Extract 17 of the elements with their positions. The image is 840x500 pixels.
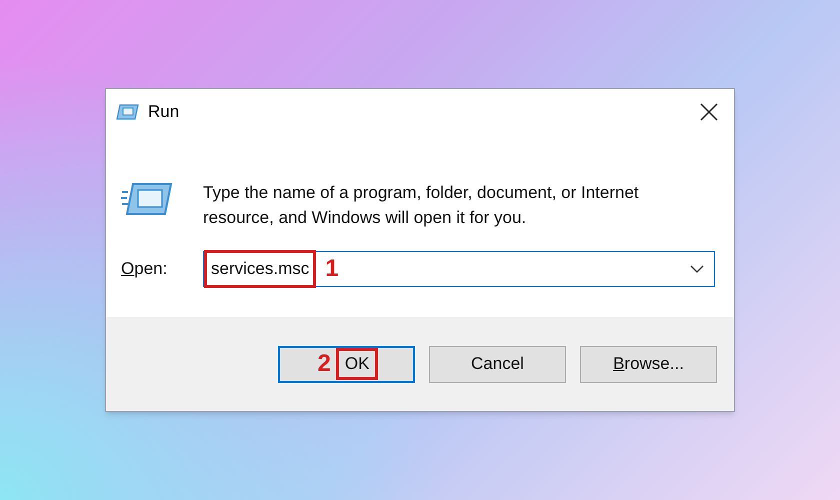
window-title: Run	[148, 100, 180, 123]
dialog-button[interactable]: 2 OK	[278, 346, 415, 382]
button-label: Cancel	[470, 353, 525, 376]
open-combo-field[interactable]: services.msc 1	[203, 251, 715, 287]
button-label: OK	[338, 351, 376, 377]
run-icon	[116, 104, 140, 120]
open-label: Open:	[121, 258, 168, 280]
dropdown-icon[interactable]	[690, 265, 704, 273]
step-marker: 2	[318, 349, 331, 379]
dialog-button[interactable]: Cancel	[429, 346, 566, 382]
run-icon	[121, 182, 173, 216]
field-value: services.msc	[207, 253, 314, 285]
dialog-button[interactable]: Browse...	[580, 346, 717, 382]
button-label: Browse...	[612, 353, 685, 376]
instruction-text: Type the name of a program, folder, document, or Internet resource, and Windows will open it for you.	[203, 182, 640, 229]
close-icon	[700, 102, 718, 120]
step-marker: 1	[325, 254, 339, 284]
